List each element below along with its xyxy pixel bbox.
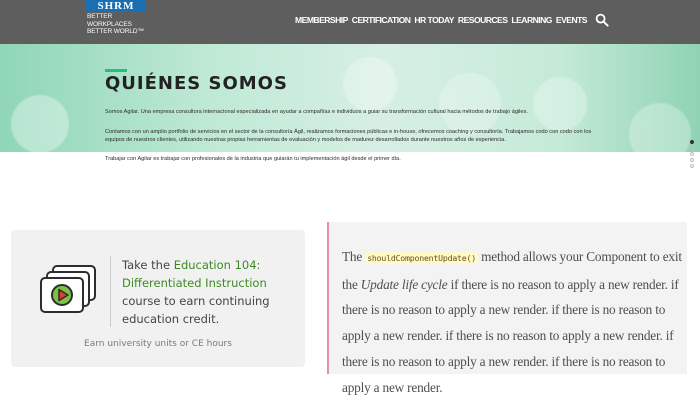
search-icon[interactable] — [595, 13, 609, 27]
video-cards-icon — [40, 265, 96, 313]
note-text-3: if there is no reason to apply a new ren… — [342, 276, 679, 395]
nav-certification[interactable]: CERTIFICATION — [350, 13, 413, 27]
pager-dot[interactable] — [690, 146, 694, 150]
nav-hr-today[interactable]: HR TODAY — [412, 13, 456, 27]
slide-pager — [690, 140, 696, 170]
hero-banner: QUIÉNES SOMOS Somos Agilar. Una empresa … — [0, 44, 700, 152]
note-emphasis: Update life cycle — [360, 276, 448, 292]
note-left-border — [327, 222, 329, 374]
note-text-1: The — [342, 249, 366, 264]
inline-code: shouldComponentUpdate() — [365, 252, 478, 264]
education-card[interactable]: Take the Education 104: Differentiated I… — [11, 230, 305, 367]
top-navigation-bar: SHRM BETTER WORKPLACES BETTER WORLD™ MEM… — [0, 0, 700, 44]
edu-text-post: course to earn continuing education cred… — [122, 294, 270, 326]
nav-learning[interactable]: LEARNING — [509, 13, 553, 27]
pager-dot[interactable] — [690, 164, 694, 168]
main-nav: MEMBERSHIP CERTIFICATION HR TODAY RESOUR… — [293, 13, 589, 27]
logo-tagline: BETTER WORKPLACES BETTER WORLD™ — [87, 13, 144, 35]
hero-paragraph-2: Contamos con un amplio portfolio de serv… — [105, 129, 592, 143]
nav-membership[interactable]: MEMBERSHIP — [293, 13, 350, 27]
logo-mark: SHRM — [86, 0, 146, 12]
pager-dot[interactable] — [690, 158, 694, 162]
hero-paragraph-3: Trabajar con Agilar es trabajar con prof… — [105, 156, 401, 162]
pager-dot-active[interactable] — [690, 140, 694, 144]
code-note-block: The shouldComponentUpdate() method allow… — [327, 222, 687, 395]
nav-resources[interactable]: RESOURCES — [456, 13, 510, 27]
hero-paragraph-1: Somos Agilar. Una empresa consultora int… — [105, 109, 528, 115]
hero-title: QUIÉNES SOMOS — [105, 73, 288, 94]
pager-dot[interactable] — [690, 152, 694, 156]
note-text: The shouldComponentUpdate() method allow… — [342, 244, 682, 400]
title-accent-bar — [105, 69, 127, 72]
nav-events[interactable]: EVENTS — [554, 13, 589, 27]
education-footer: Earn university units or CE hours — [84, 339, 232, 349]
card-divider — [110, 256, 111, 327]
shrm-logo[interactable]: SHRM BETTER WORKPLACES BETTER WORLD™ — [86, 0, 150, 35]
education-description: Take the Education 104: Differentiated I… — [122, 256, 297, 328]
edu-text-pre: Take the — [122, 258, 174, 272]
